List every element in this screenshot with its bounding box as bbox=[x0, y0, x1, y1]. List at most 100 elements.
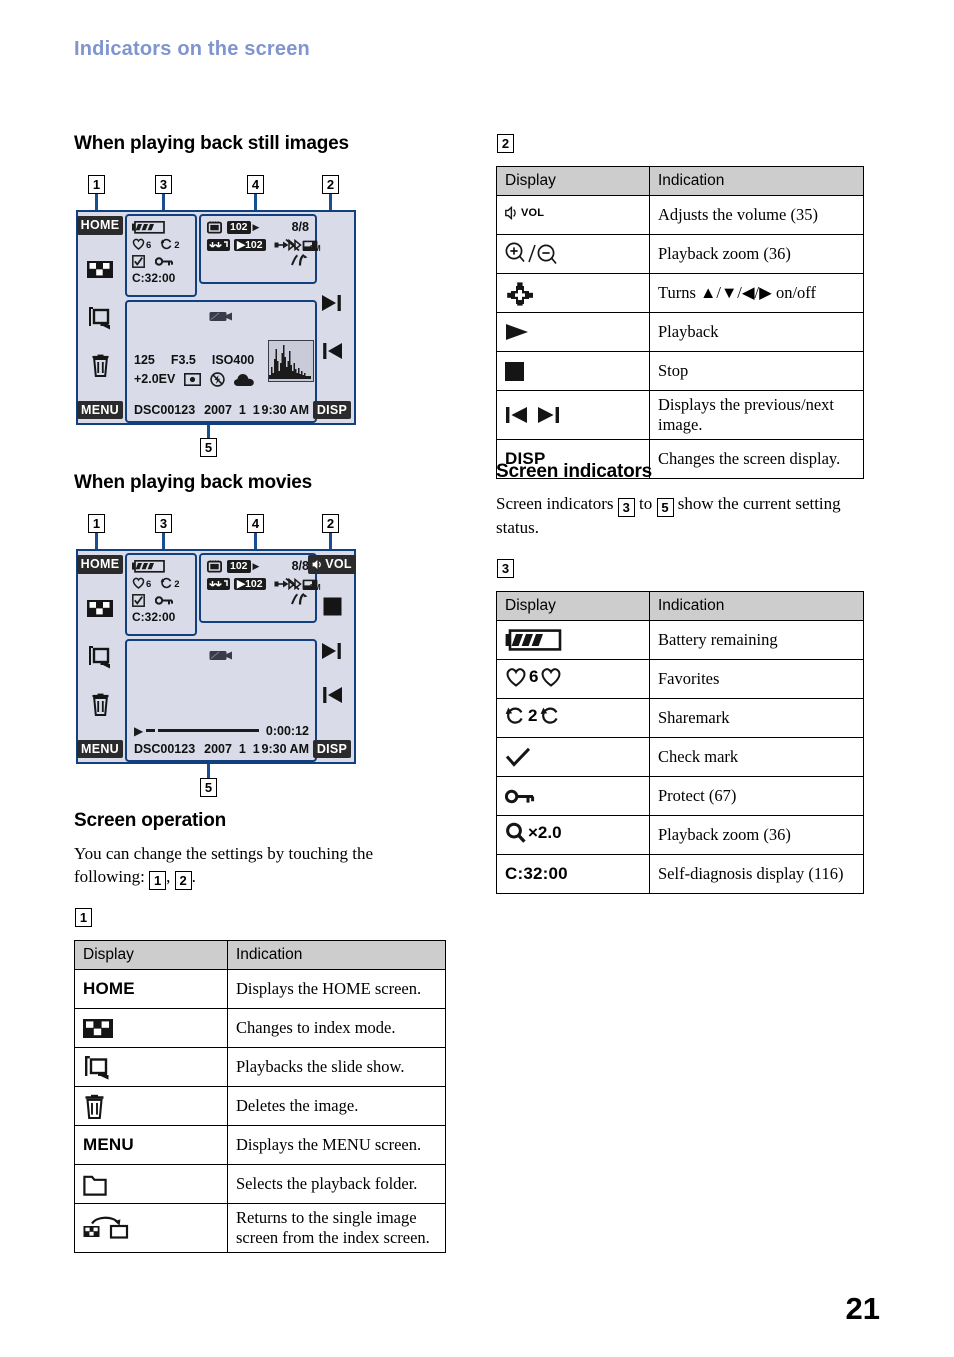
histogram-icon bbox=[268, 340, 314, 382]
indication-cell: Displays the previous/next image. bbox=[649, 390, 864, 440]
ev-value: +2.0EV bbox=[134, 372, 176, 387]
table-header-row: Display Indication bbox=[496, 166, 864, 196]
indication-cell: Adjusts the volume (35) bbox=[649, 195, 864, 235]
home-label: HOME bbox=[83, 979, 135, 998]
indication-cell: Self-diagnosis display (116) bbox=[649, 854, 864, 894]
index-icon bbox=[83, 1018, 219, 1038]
menu-label: MENU bbox=[83, 1135, 134, 1154]
indication-cell: Playbacks the slide show. bbox=[227, 1047, 446, 1087]
indication-cell: Protect (67) bbox=[649, 776, 864, 816]
volume-label: VOL bbox=[521, 207, 545, 219]
indication-cell: Deletes the image. bbox=[227, 1086, 446, 1126]
favorites-icon: 6 bbox=[132, 577, 151, 589]
rec-folder-number-badge: ▶ 102 bbox=[234, 238, 266, 252]
next-image-icon[interactable] bbox=[317, 290, 347, 316]
indication-cell: Changes to index mode. bbox=[227, 1008, 446, 1048]
stop-icon[interactable] bbox=[317, 594, 347, 620]
table-header-row: Display Indication bbox=[74, 940, 446, 970]
display-cell bbox=[496, 312, 650, 352]
table-row: ×2.0 Playback zoom (36) bbox=[496, 815, 864, 855]
zoom-factor: ×2.0 bbox=[528, 822, 562, 842]
self-diagnosis-text: C:32:00 bbox=[132, 271, 176, 285]
index-icon[interactable] bbox=[85, 257, 115, 283]
indication-cell: Favorites bbox=[649, 659, 864, 699]
callout-leader bbox=[162, 533, 165, 549]
display-cell bbox=[496, 351, 650, 391]
table-screen-indicators-3: Display Indication Battery remaining 6 F… bbox=[496, 591, 864, 894]
indication-cell: Playback zoom (36) bbox=[649, 815, 864, 855]
next-image-icon[interactable] bbox=[317, 638, 347, 664]
favorites-count: 6 bbox=[529, 666, 539, 686]
slideshow-icon[interactable] bbox=[85, 305, 115, 331]
movie-icon bbox=[127, 310, 315, 323]
callout-1-still: 1 bbox=[88, 175, 105, 194]
lcd-image-group-movie: ▶ 0:00:12 DSC00123 2007 1 1 9:30 AM bbox=[125, 639, 317, 762]
display-cell bbox=[74, 1203, 228, 1253]
indication-cell: Returns to the single image screen from … bbox=[227, 1203, 446, 1253]
flash-off-icon bbox=[210, 372, 226, 387]
folder-number-badge: 102 bbox=[227, 560, 251, 573]
playback-zoom-icon: ×2.0 bbox=[505, 822, 562, 844]
operation-text-tail: . bbox=[191, 866, 196, 886]
index-icon[interactable] bbox=[85, 596, 115, 622]
movie-progress-bar[interactable]: ▶ 0:00:12 bbox=[134, 723, 309, 738]
home-button[interactable]: HOME bbox=[76, 216, 124, 235]
volume-button[interactable]: VOL bbox=[308, 555, 356, 574]
display-cell bbox=[496, 273, 650, 313]
trash-icon[interactable] bbox=[85, 353, 115, 379]
trash-icon[interactable] bbox=[85, 692, 115, 718]
display-cell: C:32:00 bbox=[496, 854, 650, 894]
menu-button[interactable]: MENU bbox=[77, 739, 124, 758]
prev-image-icon[interactable] bbox=[317, 338, 347, 364]
iso-value: ISO400 bbox=[211, 353, 255, 367]
table-row: 2 Sharemark bbox=[496, 698, 864, 738]
heading-still-images: When playing back still images bbox=[74, 133, 349, 154]
table-row: HOME Displays the HOME screen. bbox=[74, 969, 446, 1009]
disp-button[interactable]: DISP bbox=[312, 400, 352, 419]
callout-leader bbox=[95, 533, 98, 549]
indication-cell: Turns ▲/▼/◀/▶ on/off bbox=[649, 273, 864, 313]
heading-movies: When playing back movies bbox=[74, 472, 313, 493]
folder-arrow-icon: ▶ bbox=[252, 561, 260, 571]
callout-3-movie: 3 bbox=[155, 514, 172, 533]
page-number: 21 bbox=[845, 1291, 880, 1326]
folder-arrow-icon: ▶ bbox=[252, 222, 260, 232]
display-cell bbox=[74, 1047, 228, 1087]
table-row: 6 Favorites bbox=[496, 659, 864, 699]
return-single-image-icon bbox=[83, 1215, 219, 1241]
callout-leader bbox=[207, 764, 210, 778]
sharemark-icon: 2 bbox=[160, 577, 180, 589]
indication-cell: Playback bbox=[649, 312, 864, 352]
table1-label: 1 bbox=[75, 908, 92, 927]
rec-folder-number-badge: ▶ 102 bbox=[234, 577, 266, 591]
capture-time: 9:30 AM bbox=[261, 741, 309, 756]
favorites-count: 6 bbox=[146, 239, 152, 251]
image-counter: 8/8 bbox=[291, 559, 309, 574]
lcd-image-group-still: 125 F3.5 ISO400 +2.0EV DSC00123 2007 1 1 bbox=[125, 300, 317, 423]
column-header-indication: Indication bbox=[649, 591, 864, 621]
screen-indicators-text: Screen indicators 3 to 5 show the curren… bbox=[496, 493, 868, 540]
table2-label: 2 bbox=[497, 134, 514, 153]
prev-image-icon[interactable] bbox=[317, 682, 347, 708]
menu-button[interactable]: MENU bbox=[77, 400, 124, 419]
disp-button[interactable]: DISP bbox=[312, 739, 352, 758]
folder-number-badge: 102 bbox=[227, 221, 251, 234]
column-header-display: Display bbox=[496, 591, 650, 621]
pictbridge-disabled-icon bbox=[274, 238, 302, 252]
rec-folder-icon bbox=[207, 239, 230, 251]
indication-cell: Stop bbox=[649, 351, 864, 391]
home-button[interactable]: HOME bbox=[76, 555, 124, 574]
lcd-status-group-still: 6 2 C:32:00 bbox=[125, 214, 197, 297]
progress-head bbox=[146, 729, 156, 733]
file-name: DSC00123 bbox=[134, 741, 196, 756]
key-icon bbox=[505, 788, 641, 805]
elapsed-time: 0:00:12 bbox=[265, 723, 309, 738]
indication-cell: Changes the screen display. bbox=[649, 438, 864, 479]
display-cell bbox=[74, 1008, 228, 1048]
column-header-display: Display bbox=[74, 940, 228, 970]
slideshow-icon[interactable] bbox=[85, 644, 115, 670]
callout-2-movie: 2 bbox=[322, 514, 339, 533]
ref-callout-3: 3 bbox=[617, 498, 635, 517]
lcd-still-playback: HOME MENU 6 2 C:32:00 102 ▶ 8/8 ▶ 102 3M… bbox=[76, 210, 356, 425]
callout-leader bbox=[207, 425, 210, 439]
